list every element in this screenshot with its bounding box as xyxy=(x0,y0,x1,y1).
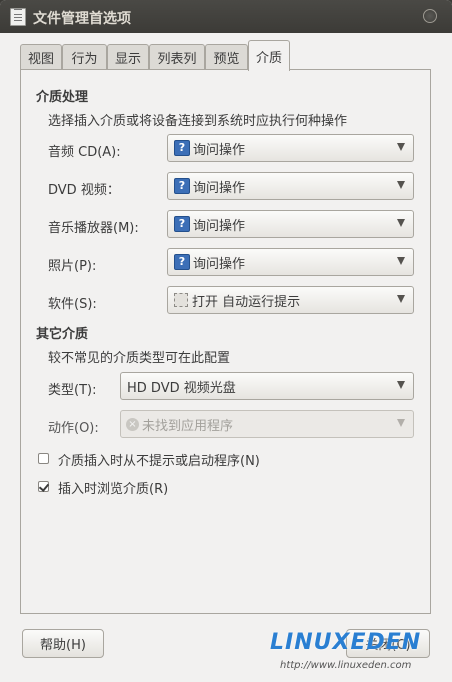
question-icon: ? xyxy=(174,178,190,194)
audio-cd-label: 音频 CD(A): xyxy=(48,145,121,160)
media-type-value: HD DVD 视频光盘 xyxy=(127,380,236,396)
file-manager-icon xyxy=(10,8,26,26)
music-player-combo[interactable]: ? 询问操作 xyxy=(167,210,414,238)
dropdown-arrow-icon xyxy=(397,381,405,389)
audio-cd-value: 询问操作 xyxy=(193,142,246,158)
watermark-brand: LINUXEDEN xyxy=(270,630,422,655)
watermark: LINUXEDEN http://www.linuxeden.com xyxy=(270,630,442,675)
tab-preview[interactable]: 预览 xyxy=(205,44,248,70)
media-handling-heading: 介质处理 xyxy=(36,90,89,105)
software-combo[interactable]: 打开 自动运行提示 xyxy=(167,286,414,314)
music-player-value: 询问操作 xyxy=(193,218,246,234)
question-icon: ? xyxy=(174,216,190,232)
window-close-icon[interactable] xyxy=(423,9,437,23)
other-media-heading: 其它介质 xyxy=(36,327,89,342)
software-label: 软件(S): xyxy=(48,297,97,312)
browse-on-insert-checkbox[interactable] xyxy=(38,481,49,492)
preferences-window: 文件管理首选项 视图 行为 显示 列表列 预览 介质 介质处理 选择插入介质或将… xyxy=(0,0,452,682)
never-prompt-checkbox[interactable] xyxy=(38,453,49,464)
action-label: 动作(O): xyxy=(48,421,99,436)
media-action-combo: × 未找到应用程序 xyxy=(120,410,414,438)
other-media-description: 较不常见的介质类型可在此配置 xyxy=(48,351,231,366)
photos-label: 照片(P): xyxy=(48,259,97,274)
dropdown-arrow-icon xyxy=(397,143,405,151)
dvd-video-combo[interactable]: ? 询问操作 xyxy=(167,172,414,200)
dropdown-arrow-icon xyxy=(397,295,405,303)
puzzle-icon xyxy=(174,293,188,307)
question-icon: ? xyxy=(174,140,190,156)
dropdown-arrow-icon xyxy=(397,419,405,427)
dvd-video-label: DVD 视频： xyxy=(48,183,120,198)
type-label: 类型(T): xyxy=(48,383,97,398)
media-handling-description: 选择插入介质或将设备连接到系统时应执行何种操作 xyxy=(48,114,348,129)
media-type-combo[interactable]: HD DVD 视频光盘 xyxy=(120,372,414,400)
help-button[interactable]: 帮助(H) xyxy=(22,629,104,658)
window-title: 文件管理首选项 xyxy=(33,11,131,27)
music-player-label: 音乐播放器(M): xyxy=(48,221,139,236)
photos-combo[interactable]: ? 询问操作 xyxy=(167,248,414,276)
tab-media[interactable]: 介质 xyxy=(248,40,290,71)
audio-cd-combo[interactable]: ? 询问操作 xyxy=(167,134,414,162)
question-icon: ? xyxy=(174,254,190,270)
media-action-value: 未找到应用程序 xyxy=(142,418,234,434)
browse-on-insert-label[interactable]: 插入时浏览介质(R) xyxy=(58,478,168,497)
dropdown-arrow-icon xyxy=(397,219,405,227)
tab-view[interactable]: 视图 xyxy=(20,44,62,70)
dvd-video-value: 询问操作 xyxy=(193,180,246,196)
tab-list-columns[interactable]: 列表列 xyxy=(149,44,205,70)
never-prompt-label[interactable]: 介质插入时从不提示或启动程序(N) xyxy=(58,450,260,469)
unavailable-icon: × xyxy=(126,417,139,431)
title-bar: 文件管理首选项 xyxy=(0,0,452,33)
tab-behavior[interactable]: 行为 xyxy=(62,44,107,70)
watermark-url: http://www.linuxeden.com xyxy=(280,660,412,671)
software-value: 打开 自动运行提示 xyxy=(192,294,301,310)
tab-display[interactable]: 显示 xyxy=(107,44,149,70)
dropdown-arrow-icon xyxy=(397,181,405,189)
dropdown-arrow-icon xyxy=(397,257,405,265)
photos-value: 询问操作 xyxy=(193,256,246,272)
